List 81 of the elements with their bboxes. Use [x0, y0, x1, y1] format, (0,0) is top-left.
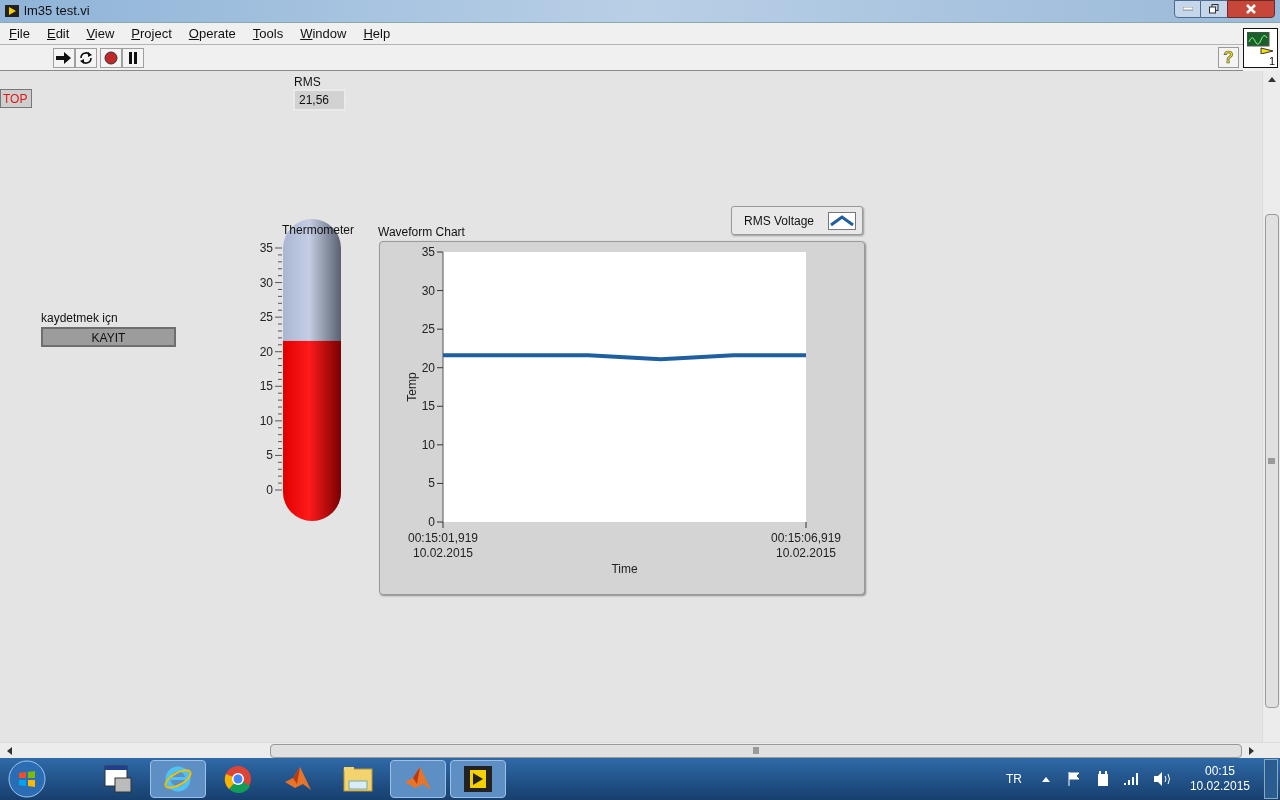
y-tick-label: 20: [421, 360, 436, 375]
y-axis-label: Temp: [405, 372, 419, 402]
y-tick: 15: [421, 399, 444, 414]
power-plug-icon[interactable]: [1095, 771, 1110, 787]
clock-time: 00:15: [1204, 764, 1235, 779]
vertical-scrollbar[interactable]: [1262, 71, 1280, 742]
taskbar-app[interactable]: [450, 760, 506, 798]
numeric-indicator: 21,56: [293, 89, 346, 111]
y-tick-label: 25: [421, 322, 436, 337]
y-tick-label: 35: [421, 245, 436, 259]
y-tick: 35: [421, 245, 444, 259]
menu-item[interactable]: Edit: [46, 23, 70, 44]
indicator-label: RMS: [294, 74, 321, 91]
cycle-arrows-icon: [78, 50, 94, 65]
icon-number: 1: [1268, 56, 1275, 67]
thermometer-scale: 35 30 25 20 15 10 5 0: [250, 241, 283, 501]
grip-icon: [753, 747, 759, 754]
window-grid-icon: [103, 764, 133, 794]
browser-e-icon: [163, 764, 193, 794]
restore-button[interactable]: [1201, 0, 1227, 18]
y-tick: 20: [421, 360, 444, 375]
scroll-left-icon: [7, 746, 12, 755]
legend-label: RMS Voltage: [744, 212, 815, 230]
restore-icon: [1209, 4, 1219, 14]
grip-icon: [1268, 458, 1275, 464]
y-tick-label: 0: [428, 515, 436, 529]
menu-item[interactable]: Window: [300, 23, 347, 44]
windows-logo-icon: [8, 760, 46, 798]
chart-title: Waveform Chart: [378, 224, 465, 241]
menu-item[interactable]: View: [86, 23, 115, 44]
language-indicator[interactable]: TR: [1005, 770, 1022, 788]
flag-icon[interactable]: [1067, 772, 1082, 786]
minimize-button[interactable]: [1174, 0, 1201, 18]
arrow-icon: [56, 51, 72, 64]
window-title: lm35 test.vi: [24, 2, 90, 21]
menu-item[interactable]: Operate: [188, 23, 236, 44]
y-tick: 25: [421, 322, 444, 337]
button-caption: kaydetmek içn: [41, 310, 118, 327]
folder-icon: [342, 765, 374, 793]
clock-date: 10.02.2015: [1189, 779, 1250, 794]
record-button[interactable]: KAYIT: [41, 327, 176, 347]
y-tick: 0: [428, 515, 444, 529]
signal-bars-icon[interactable]: [1123, 773, 1140, 785]
menu-item[interactable]: File: [9, 23, 30, 44]
menu-item[interactable]: Help: [363, 23, 391, 44]
scroll-up-icon: [1267, 77, 1276, 82]
run-button[interactable]: [53, 47, 75, 68]
clock[interactable]: 00:15 10.02.2015: [1189, 764, 1250, 794]
abort-button[interactable]: [100, 47, 122, 68]
labview-icon: [4, 4, 20, 18]
x-axis-label: Time: [611, 562, 638, 576]
show-hidden-icons-arrow-icon[interactable]: [1041, 776, 1050, 782]
y-tick: 10: [421, 437, 444, 452]
pause-icon: [128, 51, 138, 64]
horizontal-scrollbar[interactable]: [0, 742, 1280, 758]
minimize-icon: [1182, 7, 1193, 11]
y-tick-label: 5: [428, 476, 436, 491]
close-icon: [1246, 4, 1256, 14]
scroll-thumb[interactable]: [1264, 214, 1279, 708]
browser-circle-icon: [223, 764, 253, 794]
close-button[interactable]: [1227, 0, 1275, 18]
labview-icon: [462, 764, 494, 794]
vi-icon[interactable]: 1: [1243, 28, 1278, 68]
x-tick-label: 00:15:01,919 10.02.2015: [407, 531, 479, 560]
x-tick-label: 00:15:06,919 10.02.2015: [770, 531, 842, 560]
speaker-icon[interactable]: [1153, 772, 1172, 786]
y-tick-label: 30: [421, 283, 436, 298]
menu-item[interactable]: Project: [131, 23, 172, 44]
y-tick: 5: [428, 476, 444, 491]
y-tick-label: 15: [421, 399, 436, 414]
run-continuously-button[interactable]: [75, 47, 97, 68]
thermometer-label: Thermometer: [282, 222, 355, 239]
x-tick: 00:15:06,919 10.02.2015: [770, 521, 842, 560]
show-desktop-button[interactable]: [1264, 759, 1278, 799]
y-tick-label: 10: [421, 437, 436, 452]
menu-item[interactable]: Tools: [252, 23, 284, 44]
scroll-right-icon: [1249, 746, 1254, 755]
y-tick: 30: [421, 283, 444, 298]
pause-button[interactable]: [122, 47, 144, 68]
stop-icon: [104, 50, 118, 65]
scroll-thumb[interactable]: [270, 743, 1242, 758]
